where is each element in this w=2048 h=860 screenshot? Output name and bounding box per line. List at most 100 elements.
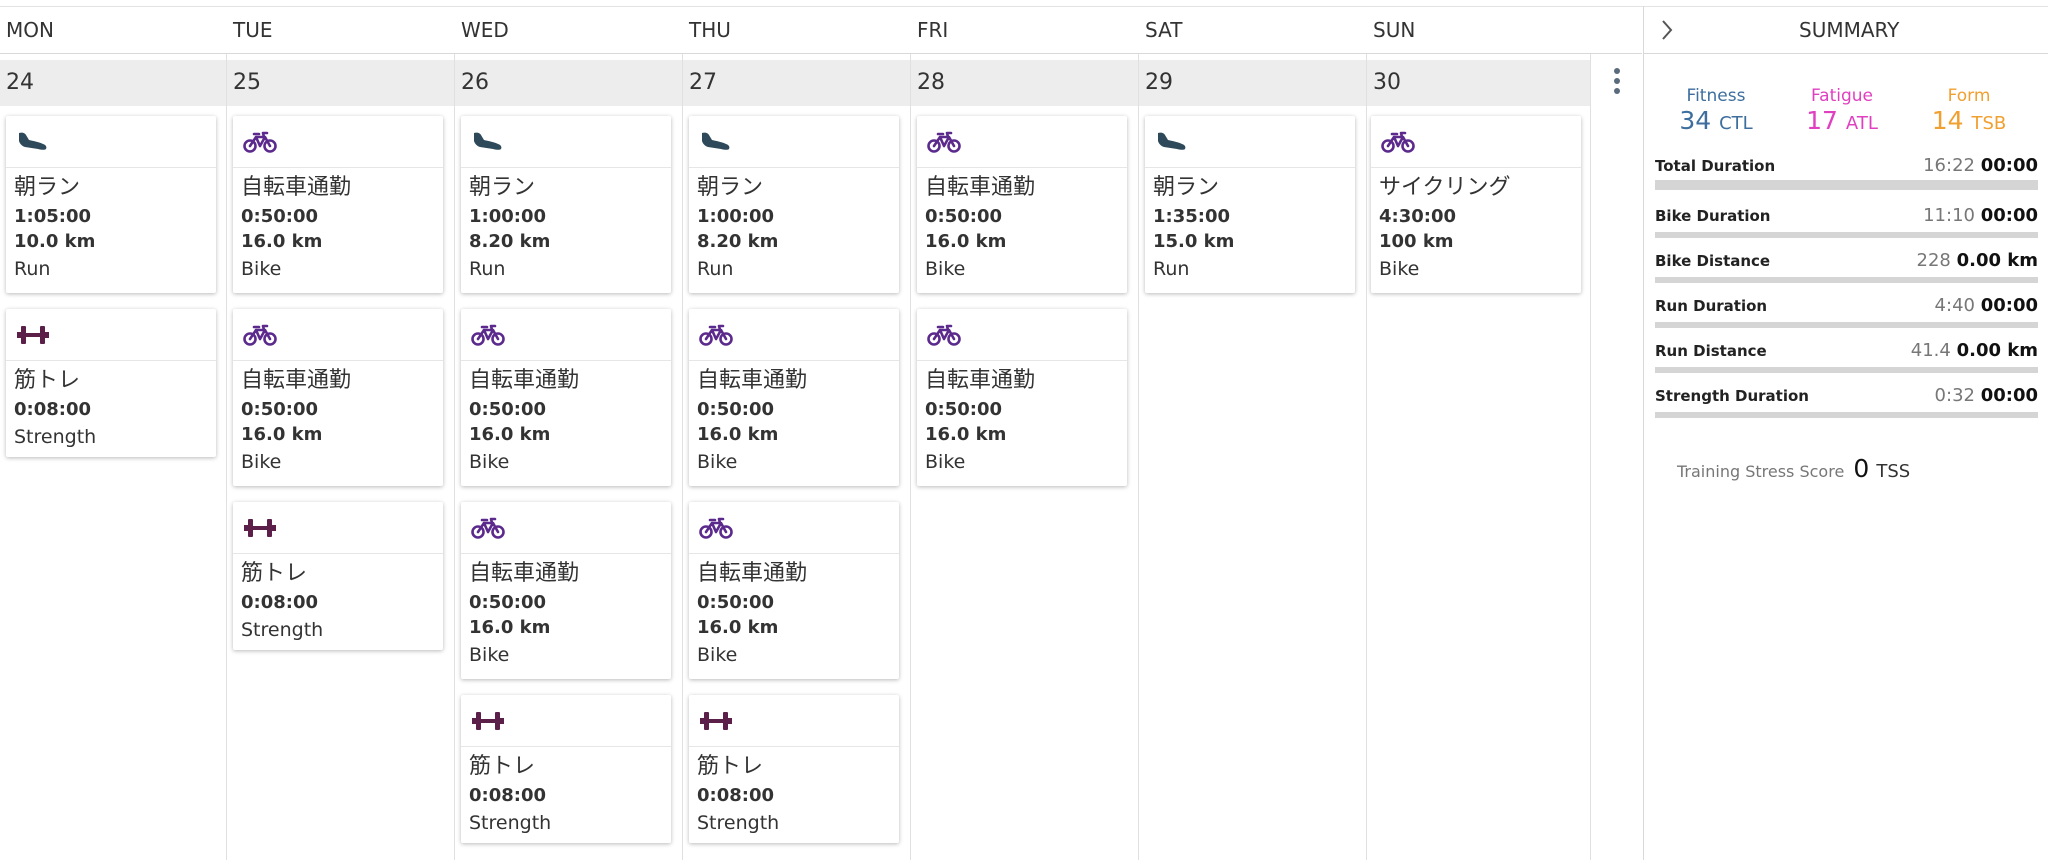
stat-values: 228 0.00 km — [1917, 251, 2039, 271]
workout-card[interactable]: 筋トレ 0:08:00 Strength — [461, 695, 671, 843]
stat-label: Bike Distance — [1655, 252, 1771, 270]
workout-duration: 0:50:00 — [697, 592, 775, 613]
run-shoe-icon — [474, 132, 502, 150]
workout-type: Bike — [469, 451, 510, 473]
workout-card[interactable]: 自転車通勤 0:50:00 16.0 km Bike — [689, 502, 899, 679]
workout-duration: 0:08:00 — [14, 399, 92, 420]
workout-card[interactable]: 自転車通勤 0:50:00 16.0 km Bike — [233, 309, 443, 486]
workout-title: 朝ラン — [697, 175, 764, 200]
workout-duration: 1:00:00 — [697, 206, 775, 227]
workout-duration: 0:08:00 — [469, 785, 547, 806]
workout-card[interactable]: 自転車通勤 0:50:00 16.0 km Bike — [461, 309, 671, 486]
workout-card[interactable]: 朝ラン 1:35:00 15.0 km Run — [1145, 116, 1355, 293]
stat-actual: 11:10 — [1923, 205, 1975, 226]
tss-unit: TSS — [1876, 461, 1911, 482]
workout-title: 自転車通勤 — [925, 368, 1036, 393]
week-more-options-button[interactable] — [1605, 64, 1629, 98]
stat-actual: 4:40 — [1934, 295, 1975, 316]
workout-card[interactable]: 自転車通勤 0:50:00 16.0 km Bike — [461, 502, 671, 679]
workout-card[interactable]: 筋トレ 0:08:00 Strength — [689, 695, 899, 843]
workout-distance: 16.0 km — [697, 617, 779, 638]
stat-progress-bar — [1655, 322, 2038, 328]
workout-card[interactable]: 自転車通勤 0:50:00 16.0 km Bike — [233, 116, 443, 293]
column-divider — [454, 54, 455, 860]
workout-card[interactable]: 自転車通勤 0:50:00 16.0 km Bike — [917, 116, 1127, 293]
workout-card-icon-area — [461, 695, 671, 747]
workout-card-icon-area — [689, 502, 899, 554]
date-28: 28 — [917, 70, 945, 95]
workout-title: 自転車通勤 — [925, 175, 1036, 200]
workout-type: Strength — [697, 812, 780, 834]
bike-icon — [243, 324, 277, 346]
column-divider — [226, 54, 227, 860]
date-26: 26 — [461, 70, 489, 95]
workout-title: 筋トレ — [469, 754, 536, 779]
stat-planned: 0.00 km — [1956, 250, 2038, 271]
bike-icon — [471, 324, 505, 346]
tss-value: 0 — [1853, 454, 1870, 483]
stat-values: 16:22 00:00 — [1923, 156, 2038, 176]
workout-title: 筋トレ — [241, 561, 308, 586]
workout-type: Run — [469, 258, 506, 280]
workout-card-icon-area — [1371, 116, 1581, 168]
workout-card[interactable]: 自転車通勤 0:50:00 16.0 km Bike — [689, 309, 899, 486]
workout-duration: 0:08:00 — [697, 785, 775, 806]
workout-distance: 10.0 km — [14, 231, 96, 252]
day-name-mon: MON — [6, 18, 54, 42]
chevron-right-icon — [1662, 20, 1673, 40]
workout-card[interactable]: 朝ラン 1:00:00 8.20 km Run — [689, 116, 899, 293]
column-divider — [1366, 54, 1367, 860]
workout-type: Run — [697, 258, 734, 280]
workout-type: Strength — [241, 619, 324, 641]
metric-fitness: Fitness 34 CTL — [1656, 86, 1776, 139]
workout-card[interactable]: 筋トレ 0:08:00 Strength — [233, 502, 443, 650]
metric-fatigue-label: Fatigue — [1810, 86, 1874, 106]
workout-type: Strength — [14, 426, 97, 448]
workout-card[interactable]: サイクリング 4:30:00 100 km Bike — [1371, 116, 1581, 293]
workout-card-icon-area — [689, 116, 899, 168]
workout-card-icon-area — [917, 116, 1127, 168]
workout-card-icon-area — [689, 695, 899, 747]
summary-title: SUMMARY — [1799, 18, 1900, 42]
workout-type: Bike — [925, 451, 966, 473]
workout-card-icon-area — [917, 309, 1127, 361]
stat-actual: 228 — [1916, 250, 1951, 271]
stat-values: 41.4 0.00 km — [1911, 341, 2038, 361]
stat-values: 4:40 00:00 — [1935, 296, 2038, 316]
workout-card[interactable]: 朝ラン 1:00:00 8.20 km Run — [461, 116, 671, 293]
workout-title: サイクリング — [1379, 175, 1511, 200]
stat-planned: 00:00 — [1980, 205, 2038, 226]
workout-duration: 4:30:00 — [1379, 206, 1457, 227]
summary-collapse-button[interactable] — [1652, 6, 1682, 54]
workout-type: Bike — [697, 451, 738, 473]
workout-distance: 16.0 km — [925, 231, 1007, 252]
column-divider — [682, 54, 683, 860]
workout-type: Bike — [241, 451, 282, 473]
day-name-fri: FRI — [917, 18, 949, 42]
date-row: 24 25 26 27 28 29 30 — [0, 60, 1590, 106]
stat-label: Bike Duration — [1655, 207, 1771, 225]
workout-duration: 0:50:00 — [241, 206, 319, 227]
workout-title: 自転車通勤 — [469, 561, 580, 586]
workout-distance: 8.20 km — [697, 231, 779, 252]
workout-card-icon-area — [6, 116, 216, 168]
stat-progress-bar — [1655, 232, 2038, 238]
workout-duration: 1:00:00 — [469, 206, 547, 227]
workout-card-icon-area — [461, 502, 671, 554]
workout-card-icon-area — [461, 309, 671, 361]
workout-card[interactable]: 筋トレ 0:08:00 Strength — [6, 309, 216, 457]
stat-values: 11:10 00:00 — [1923, 206, 2038, 226]
metric-form-number: 14 — [1931, 106, 1964, 135]
workout-type: Strength — [469, 812, 552, 834]
workout-card[interactable]: 朝ラン 1:05:00 10.0 km Run — [6, 116, 216, 293]
stat-actual: 41.4 — [1910, 340, 1951, 361]
workout-duration: 0:50:00 — [697, 399, 775, 420]
date-24: 24 — [6, 70, 34, 95]
metric-fitness-label: Fitness — [1686, 86, 1746, 106]
workout-type: Bike — [241, 258, 282, 280]
workout-card-icon-area — [6, 309, 216, 361]
workout-card-icon-area — [689, 309, 899, 361]
workout-card[interactable]: 自転車通勤 0:50:00 16.0 km Bike — [917, 309, 1127, 486]
workout-duration: 0:50:00 — [469, 592, 547, 613]
metric-form-unit: TSB — [1971, 113, 2007, 134]
